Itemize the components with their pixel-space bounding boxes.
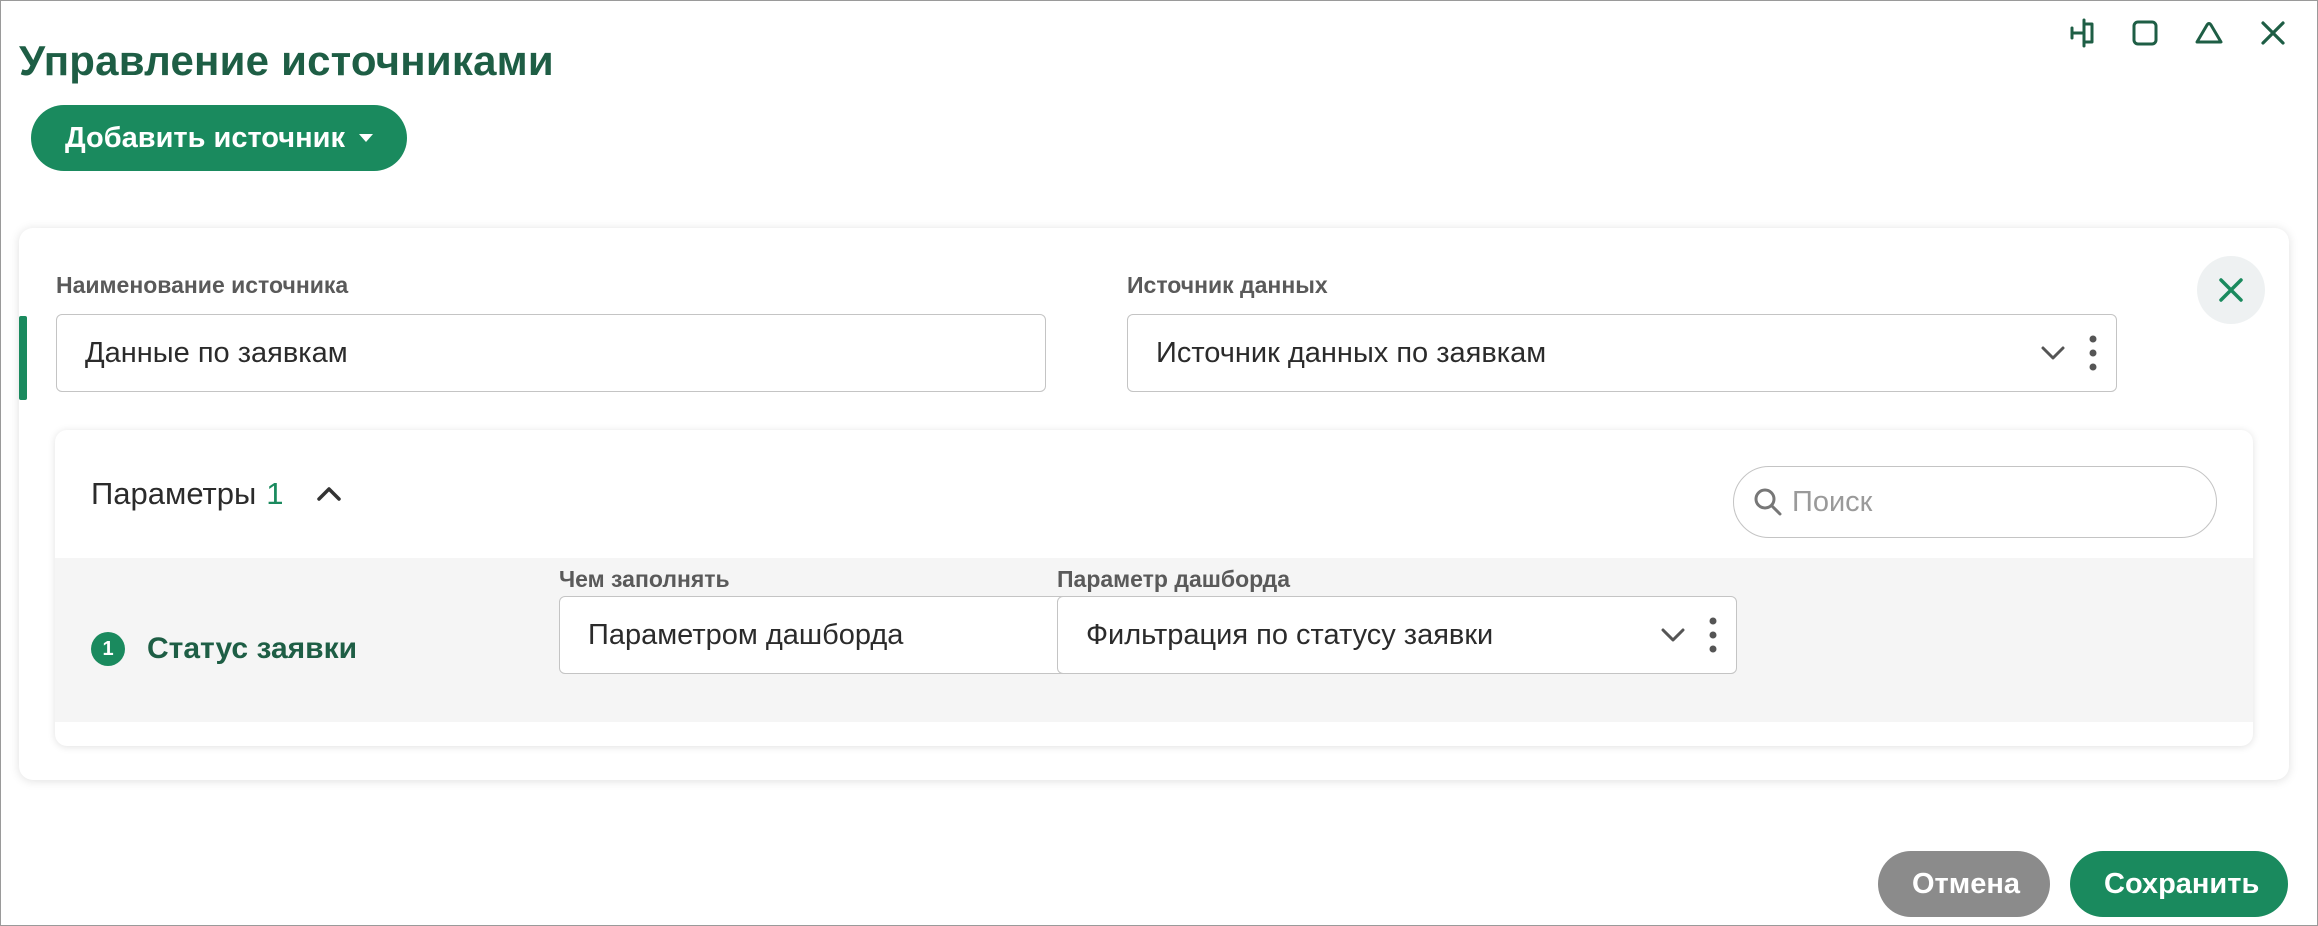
parameters-title: Параметры [91, 476, 257, 511]
source-name-value: Данные по заявкам [85, 336, 348, 369]
dashboard-param-select[interactable]: Фильтрация по статусу заявки [1057, 596, 1737, 674]
add-source-label: Добавить источник [65, 121, 345, 154]
caret-down-icon [358, 134, 373, 142]
maximize-icon[interactable] [2127, 15, 2163, 51]
data-source-select[interactable]: Источник данных по заявкам [1127, 314, 2117, 392]
search-icon [1754, 488, 1782, 516]
remove-source-button[interactable] [2197, 256, 2265, 324]
parameters-count: 1 [266, 476, 284, 511]
chevron-up-icon [316, 486, 342, 502]
page-title: Управление источниками [19, 37, 554, 84]
parameters-panel: Параметры 1 1 Статус заявки Чем заполнят… [55, 430, 2253, 746]
more-vertical-icon[interactable] [1708, 615, 1718, 655]
parameters-search[interactable] [1733, 466, 2217, 538]
chevron-down-icon[interactable] [2040, 345, 2066, 361]
chevron-down-icon[interactable] [1660, 627, 1686, 643]
parameter-row: 1 Статус заявки Чем заполнять Параметром… [55, 558, 2253, 722]
source-card: Наименование источника Данные по заявкам… [19, 228, 2289, 780]
parameter-name-label: Статус заявки [147, 632, 358, 665]
pin-icon[interactable] [2063, 15, 2099, 51]
window-controls [2063, 15, 2291, 51]
search-input[interactable] [1790, 484, 2198, 520]
parameter-index-badge: 1 [91, 632, 125, 666]
cancel-button[interactable]: Отмена [1878, 851, 2050, 917]
source-name-label: Наименование источника [56, 272, 349, 298]
data-source-value: Источник данных по заявкам [1156, 336, 1547, 369]
collapse-icon[interactable] [2191, 15, 2227, 51]
fill-with-label: Чем заполнять [559, 566, 730, 592]
data-source-label: Источник данных [1127, 272, 1328, 298]
dashboard-param-label: Параметр дашборда [1057, 566, 1291, 592]
dashboard-param-value: Фильтрация по статусу заявки [1086, 618, 1494, 651]
source-management-dialog: Управление источниками Добавить источник… [0, 0, 2318, 926]
save-button[interactable]: Сохранить [2070, 851, 2288, 917]
add-source-button[interactable]: Добавить источник [31, 105, 407, 171]
card-accent-bar [19, 316, 27, 400]
parameters-toggle[interactable]: Параметры 1 [91, 476, 342, 512]
close-icon[interactable] [2255, 15, 2291, 51]
source-name-input[interactable]: Данные по заявкам [56, 314, 1046, 392]
parameter-name: 1 Статус заявки [91, 632, 357, 666]
close-icon [2219, 278, 2243, 302]
more-vertical-icon[interactable] [2088, 333, 2098, 373]
